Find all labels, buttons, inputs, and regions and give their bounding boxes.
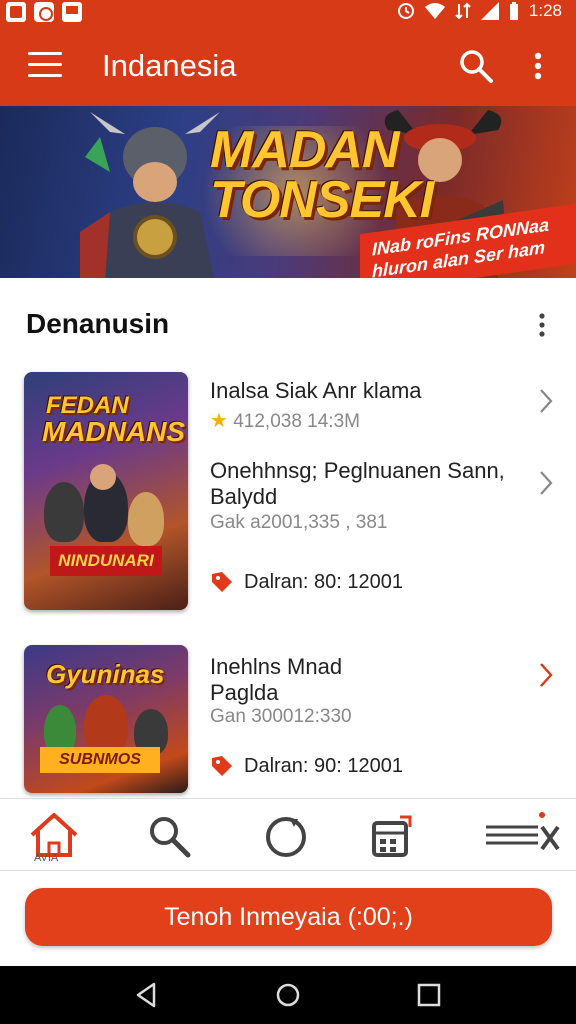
game-meta: Gan 300012:330 — [210, 706, 352, 727]
game-meta: Gak a2001,335 , 381 — [210, 512, 388, 533]
game-price: Dalran: 80: 12001 — [244, 570, 404, 593]
nav-label-home: AVIA — [34, 852, 59, 864]
search-icon[interactable] — [458, 48, 494, 84]
menu-icon[interactable] — [28, 52, 62, 80]
battery-icon — [509, 2, 518, 20]
wifi-icon — [424, 3, 445, 19]
back-icon[interactable] — [132, 980, 162, 1010]
message-notification-icon — [62, 2, 82, 22]
primary-cta-button[interactable]: Tenoh Inmeyaia (:00;.) — [25, 888, 552, 946]
section-title: Denanusin — [26, 308, 170, 339]
signal-icon — [480, 2, 499, 20]
star-rating-icon: ★ — [210, 410, 228, 432]
chevron-right-icon[interactable] — [538, 470, 554, 496]
chevron-right-icon[interactable] — [538, 662, 554, 688]
thumbnail-logo-line2: MADNANS — [42, 416, 186, 447]
hero-warrior-left-image — [80, 112, 220, 278]
notification-icon — [6, 2, 26, 22]
search-icon[interactable] — [140, 807, 200, 867]
recents-icon[interactable] — [414, 980, 444, 1010]
banner-title-line2: TONSEKI — [210, 171, 434, 229]
alarm-icon — [397, 3, 414, 19]
app-notification-icon — [34, 2, 54, 22]
menu-close-icon[interactable] — [486, 807, 566, 867]
game-title[interactable]: Inalsa Siak Anr klama — [210, 378, 422, 404]
section-overflow-icon[interactable] — [534, 312, 550, 338]
thumbnail-logo-line1: Gyuninas — [46, 659, 165, 689]
price-tag-icon — [212, 572, 232, 592]
thumbnail-badge: SUBNMOS — [40, 747, 160, 773]
game-rating-meta: 412,038 14:3M — [233, 411, 360, 432]
bottom-navigation — [0, 799, 576, 871]
price-tag-icon — [212, 756, 232, 776]
game-price: Dalran: 90: 12001 — [244, 754, 404, 777]
game-subtitle[interactable]: Onehhnsg; Peglnuanen Sann, Balydd — [210, 458, 520, 510]
price-row: Dalran: 80: 12001 — [210, 570, 403, 594]
app-title: Indanesia — [102, 48, 237, 83]
refresh-icon[interactable] — [256, 807, 316, 867]
thumbnail-badge: NINDUNARI — [50, 546, 162, 576]
overflow-menu-icon[interactable] — [524, 48, 552, 84]
clock: 1:28 — [528, 1, 562, 20]
game-thumbnail[interactable]: Gyuninas SUBNMOS — [24, 645, 188, 793]
system-navigation-bar — [0, 966, 576, 1024]
status-bar: 1:28 — [0, 0, 576, 26]
promo-banner[interactable]: MADAN TONSEKI INab roFins RONNaa hluron … — [0, 106, 576, 278]
game-rating-row: ★ 412,038 14:3M — [210, 408, 360, 433]
home-circle-icon[interactable] — [273, 980, 303, 1010]
game-title[interactable]: Inehlns Mnad Paglda — [210, 654, 410, 706]
game-thumbnail[interactable]: FEDAN MADNANS NINDUNARI — [24, 372, 188, 610]
data-arrows-icon — [455, 2, 471, 20]
calendar-icon[interactable] — [360, 807, 420, 867]
app-bar: Indanesia — [0, 26, 576, 106]
chevron-right-icon[interactable] — [538, 388, 554, 414]
price-row: Dalran: 90: 12001 — [210, 754, 403, 778]
